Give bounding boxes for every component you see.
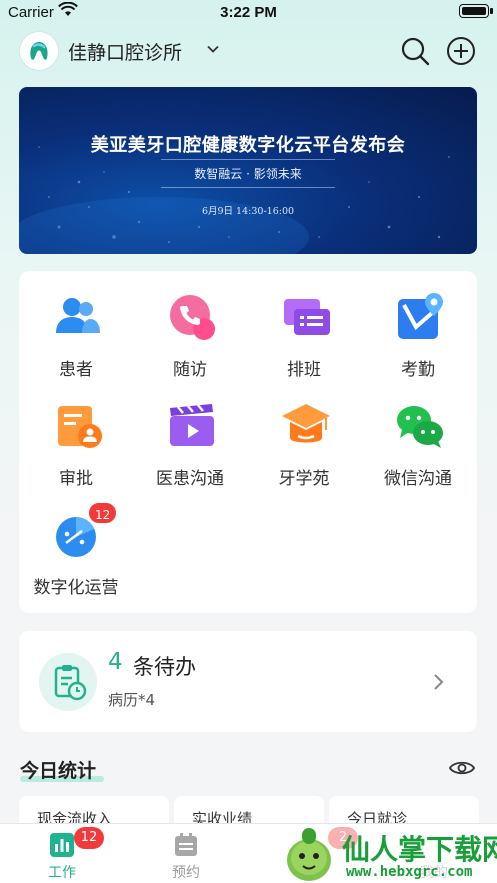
tab-work[interactable]: 工作 12 [0,824,124,883]
todo-card[interactable]: 4 条待办 病历*4 [19,631,477,732]
phone-followup-icon [170,295,215,340]
grid-item-wechat[interactable]: 微信沟通 [361,380,475,489]
add-circle-icon[interactable] [446,36,476,66]
tab-label: 预约 [172,865,200,881]
graduation-cap-icon [282,404,330,443]
banner-title: 美亚美牙口腔健康数字化云平台发布会 [90,135,406,156]
chevron-right-icon [434,674,444,690]
feature-grid: 患者 随访 排班 考勤 审批 医患沟通 牙学苑 微信沟通 数字化运营 12 [19,271,477,613]
grid-item-label: 随访 [173,360,207,380]
grid-item-digital-ops[interactable]: 数字化运营 [19,489,133,598]
calendar-icon [175,833,197,856]
grid-item-approval[interactable]: 审批 [19,380,133,489]
grid-item-label: 微信沟通 [384,469,452,489]
status-bar: Carrier 3:22 PM [0,0,497,26]
promo-banner[interactable]: 美亚美牙口腔健康数字化云平台发布会 数智融云 · 影领未来 6月9日 14:30… [19,87,477,254]
todo-title: 条待办 [133,655,196,679]
app-header: 佳静口腔诊所 [0,30,497,76]
search-icon[interactable] [400,36,430,66]
grid-item-patients[interactable]: 患者 [19,271,133,380]
watermark-url: www.hebxgrc.com [346,864,473,880]
tab-badge: 12 [74,827,104,849]
attendance-map-icon [398,293,443,339]
grid-item-attendance[interactable]: 考勤 [361,271,475,380]
schedule-cards-icon [284,299,330,335]
todo-count: 4 [108,649,123,675]
status-time: 3:22 PM [220,4,277,21]
site-watermark: 仙人掌下载网 www.hebxgrc.com [276,826,497,883]
banner-divider [161,159,335,160]
battery-icon [459,4,493,18]
grid-item-schedule[interactable]: 排班 [247,271,361,380]
banner-date: 6月9日 14:30-16:00 [201,206,295,217]
grid-item-label: 数字化运营 [33,578,119,598]
tab-appointments[interactable]: 预约 [124,824,248,883]
clipboard-clock-icon [39,653,97,711]
notification-badge: 12 [87,501,119,525]
todo-subtitle: 病历*4 [108,691,156,709]
chevron-down-icon[interactable] [206,42,220,56]
video-clapper-icon [170,404,214,446]
tab-label: 工作 [48,865,76,881]
wechat-icon [397,406,443,448]
grid-item-label: 医患沟通 [156,469,224,489]
bar-chart-icon [50,833,74,857]
clinic-logo-icon[interactable] [20,32,58,70]
grid-item-academy[interactable]: 牙学苑 [247,380,361,489]
grid-item-doctor-patient[interactable]: 医患沟通 [133,380,247,489]
grid-item-label: 患者 [59,360,93,380]
cactus-logo-icon [287,828,331,881]
stats-title: 今日统计 [20,760,97,782]
grid-item-label: 牙学苑 [278,469,330,489]
banner-subtitle: 数智融云 · 影领未来 [194,167,302,181]
watermark-text: 仙人掌下载网 [342,833,497,866]
clinic-name[interactable]: 佳静口腔诊所 [68,38,182,65]
banner-divider [161,187,335,188]
patients-icon [56,298,100,333]
grid-item-label: 考勤 [401,360,435,380]
grid-item-followup[interactable]: 随访 [133,271,247,380]
approval-document-icon [58,406,102,448]
eye-icon[interactable] [449,758,475,778]
grid-item-label: 排班 [287,360,321,380]
grid-item-label: 审批 [59,469,93,489]
